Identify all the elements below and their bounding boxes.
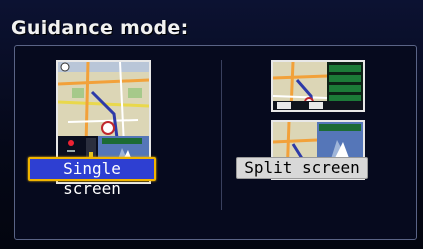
vehicle-position-icon [101,121,115,135]
single-screen-preview [56,60,151,148]
guidance-mode-screen: Guidance mode: Single screen Split scree… [0,0,423,249]
destination-flag-icon [68,140,74,146]
map-thumbnail [58,62,149,146]
page-title: Guidance mode: [11,17,189,39]
status-bar [273,101,363,110]
options-panel [14,45,417,240]
split-screen-button[interactable]: Split screen [236,157,368,179]
single-screen-button[interactable]: Single screen [28,157,156,198]
north-arrow-icon [60,62,70,72]
split-screen-preview [271,60,365,112]
panel-divider [221,60,222,210]
